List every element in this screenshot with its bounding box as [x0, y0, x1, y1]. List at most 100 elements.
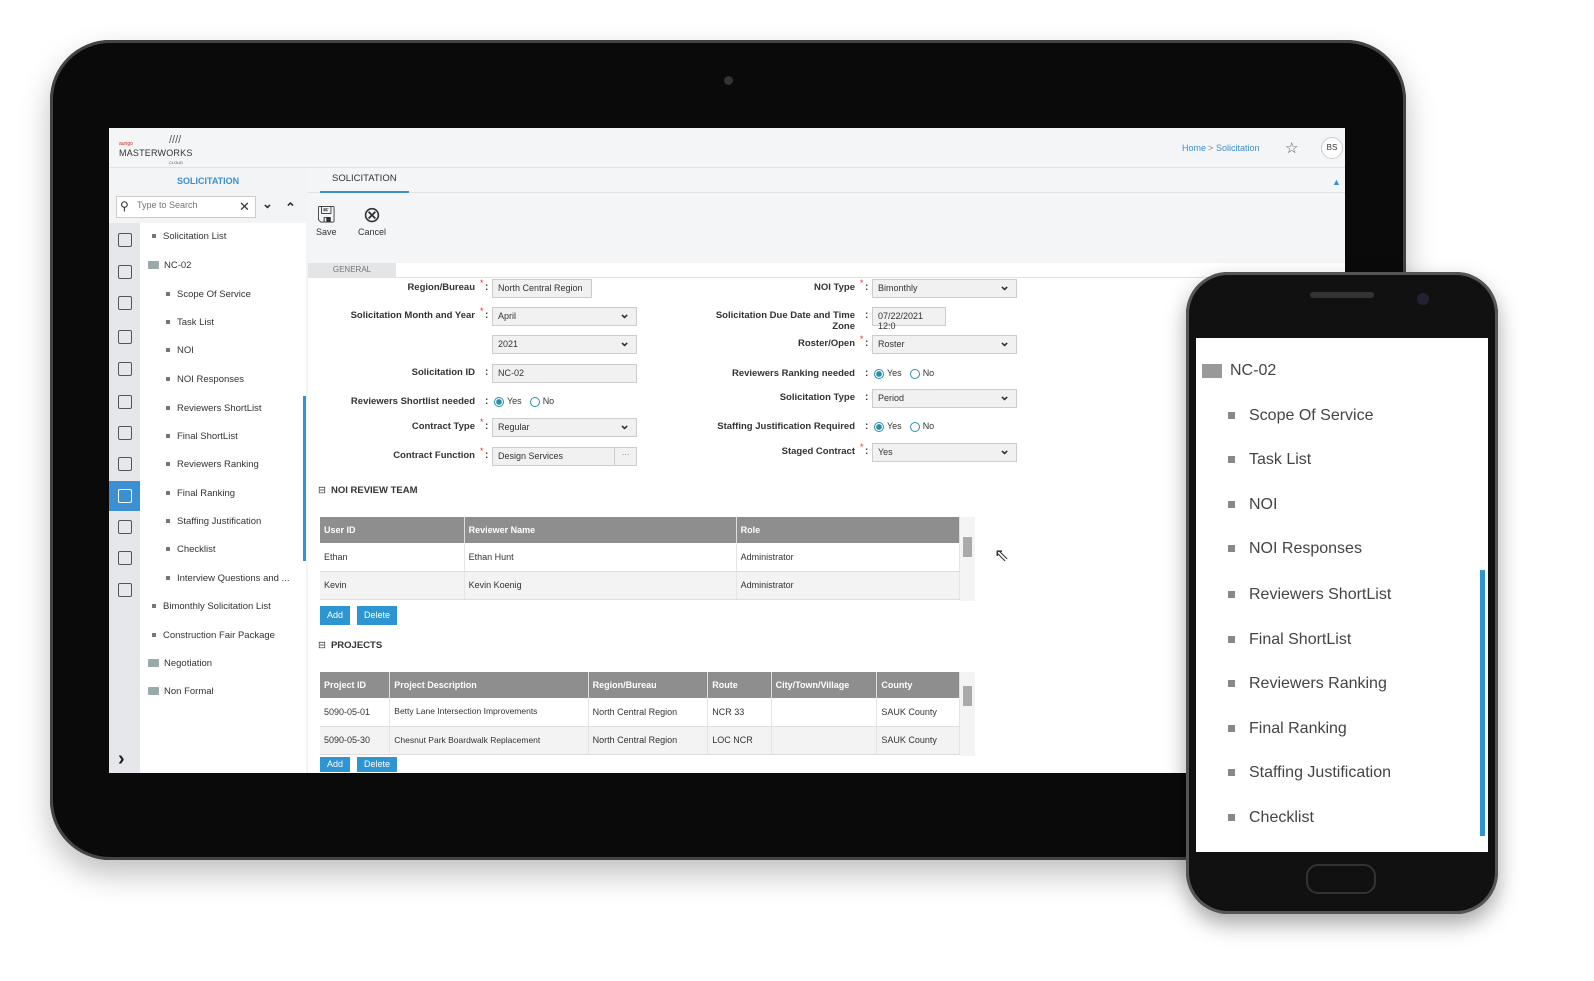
phone-list-item[interactable]: NOI Responses [1228, 540, 1362, 558]
column-header[interactable]: Route [707, 672, 772, 698]
contract-function-input[interactable]: Design Services... [492, 447, 637, 466]
phone-folder-item[interactable]: NC-02 [1202, 362, 1276, 380]
column-header[interactable]: Role [736, 517, 961, 543]
phone-item-label: Scope Of Service [1249, 407, 1374, 424]
due-input[interactable]: 07/22/2021 12:0 [872, 307, 946, 331]
flask-icon[interactable] [118, 426, 132, 440]
table-row[interactable]: Kevin Kevin Koenig Administrator [320, 571, 961, 600]
column-header[interactable]: Project ID [320, 672, 391, 698]
sidebar-item[interactable]: Task List [166, 317, 214, 328]
table-row[interactable]: 5090-05-30 Chesnut Park Boardwalk Replace… [320, 726, 960, 755]
column-header[interactable]: Project Description [389, 672, 589, 698]
doc-search-icon[interactable] [118, 330, 132, 344]
clear-search-icon[interactable]: ✕ [239, 199, 250, 215]
tab-general[interactable]: GENERAL [308, 263, 396, 277]
sidebar-item[interactable]: Staffing Justification [166, 516, 261, 527]
bullet-icon [166, 320, 170, 325]
phone-list-item[interactable]: Final Ranking [1228, 720, 1347, 738]
sidebar-item[interactable]: Checklist [166, 544, 216, 555]
report-icon[interactable] [118, 296, 132, 310]
phone-list-item[interactable]: Scope Of Service [1228, 407, 1374, 425]
table-row[interactable]: 5090-05-01 Betty Lane Intersection Improv… [320, 698, 960, 727]
column-header[interactable]: County [876, 672, 960, 698]
column-header[interactable]: Region/Bureau [588, 672, 709, 698]
map-pin-icon[interactable] [118, 520, 132, 534]
sidebar-item[interactable]: NOI [166, 345, 194, 356]
phone-list-item[interactable]: Checklist [1228, 809, 1314, 827]
projects-table-scrollbar[interactable] [960, 672, 975, 756]
column-header[interactable]: User ID [320, 517, 465, 543]
sidebar-item[interactable]: Final Ranking [166, 488, 235, 499]
sidebar-item[interactable]: Solicitation List [152, 231, 226, 242]
table-row[interactable]: Ethan Ethan Hunt Administrator [320, 543, 961, 572]
staged-select[interactable]: Yes [872, 442, 1017, 462]
phone-list-item[interactable]: Reviewers Ranking [1228, 675, 1387, 693]
noi-type-select[interactable]: Bimonthly [872, 278, 1017, 298]
sol-type-select[interactable]: Period [872, 388, 1017, 408]
projects-add-button[interactable]: Add [320, 757, 351, 772]
radio-no[interactable]: No [529, 396, 554, 407]
month-select[interactable]: April [492, 306, 637, 326]
radio-no[interactable]: No [909, 368, 934, 379]
avatar[interactable]: BS [1321, 137, 1343, 159]
expand-all-icon[interactable]: ⌄ [262, 196, 273, 212]
edit-doc-icon[interactable] [118, 489, 132, 503]
sidebar-item[interactable]: Non Formal [148, 686, 214, 697]
sidebar-item[interactable]: Final ShortList [166, 431, 238, 442]
sidebar-item[interactable]: Negotiation [148, 658, 212, 669]
phone-list-item[interactable]: Final ShortList [1228, 631, 1351, 649]
contract-type-select[interactable]: Regular [492, 417, 637, 437]
cancel-button[interactable]: ⊗ Cancel [358, 203, 386, 238]
colon: : [865, 368, 869, 379]
sidebar-item-label: NC-02 [164, 260, 192, 271]
radio-no[interactable]: No [909, 421, 934, 432]
save-button[interactable]: 🖫 Save [316, 203, 337, 238]
gear-icon[interactable] [118, 583, 132, 597]
collapse-up-icon[interactable]: ▲ [1332, 177, 1341, 187]
column-header[interactable]: City/Town/Village [771, 672, 878, 698]
radio-yes[interactable]: Yes [874, 421, 902, 432]
phone-scrollbar[interactable] [1480, 570, 1485, 836]
home-icon[interactable] [118, 233, 132, 247]
lookup-button[interactable]: ... [614, 447, 636, 466]
radio-yes[interactable]: Yes [874, 368, 902, 379]
noi-review-team-section[interactable]: NOI REVIEW TEAM [318, 485, 418, 496]
sidebar-item[interactable]: Reviewers ShortList [166, 403, 261, 414]
required-star: * [860, 442, 864, 452]
chart-icon[interactable] [118, 457, 132, 471]
building-icon[interactable] [118, 362, 132, 376]
tab-solicitation[interactable]: SOLICITATION [320, 173, 409, 193]
phone-list-item[interactable]: Task List [1228, 451, 1311, 469]
grid-icon[interactable] [118, 551, 132, 565]
phone-list-item[interactable]: Staffing Justification [1228, 764, 1391, 782]
column-header[interactable]: Reviewer Name [464, 517, 737, 543]
sidebar-item[interactable]: Reviewers Ranking [166, 459, 259, 470]
phone-list-item[interactable]: Reviewers ShortList [1228, 586, 1391, 604]
region-input[interactable]: North Central Region [492, 279, 592, 298]
roster-select[interactable]: Roster [872, 334, 1017, 354]
sidebar-item[interactable]: Interview Questions and ... [166, 573, 289, 584]
year-select[interactable]: 2021 [492, 334, 637, 354]
phone-list-item[interactable]: NOI [1228, 496, 1277, 514]
projects-section[interactable]: PROJECTS [318, 640, 382, 651]
noi-delete-button[interactable]: Delete [357, 606, 398, 625]
id-input[interactable]: NC-02 [492, 364, 637, 383]
projects-delete-button[interactable]: Delete [357, 757, 398, 772]
noi-add-button[interactable]: Add [320, 606, 351, 625]
sidebar-item[interactable]: Scope Of Service [166, 289, 251, 300]
breadcrumb-home[interactable]: Home [1182, 143, 1206, 153]
search-input[interactable] [137, 200, 232, 210]
breadcrumb-current[interactable]: Solicitation [1216, 143, 1260, 153]
money-doc-icon[interactable] [118, 265, 132, 279]
favorite-star-icon[interactable]: ☆ [1285, 139, 1298, 157]
sidebar-item[interactable]: NOI Responses [166, 374, 244, 385]
sidebar-item[interactable]: Bimonthly Solicitation List [152, 601, 271, 612]
sidebar-item[interactable]: NC-02 [148, 260, 191, 271]
sidebar-item[interactable]: Construction Fair Package [152, 630, 275, 641]
noi-table-scrollbar[interactable] [960, 517, 975, 601]
expand-sidebar-chevron-icon[interactable]: › [118, 748, 125, 771]
radio-yes[interactable]: Yes [494, 396, 522, 407]
collapse-all-icon[interactable]: ⌃ [285, 200, 296, 216]
document-icon[interactable] [118, 395, 132, 409]
search-box[interactable]: ⚲ ✕ [116, 196, 256, 218]
